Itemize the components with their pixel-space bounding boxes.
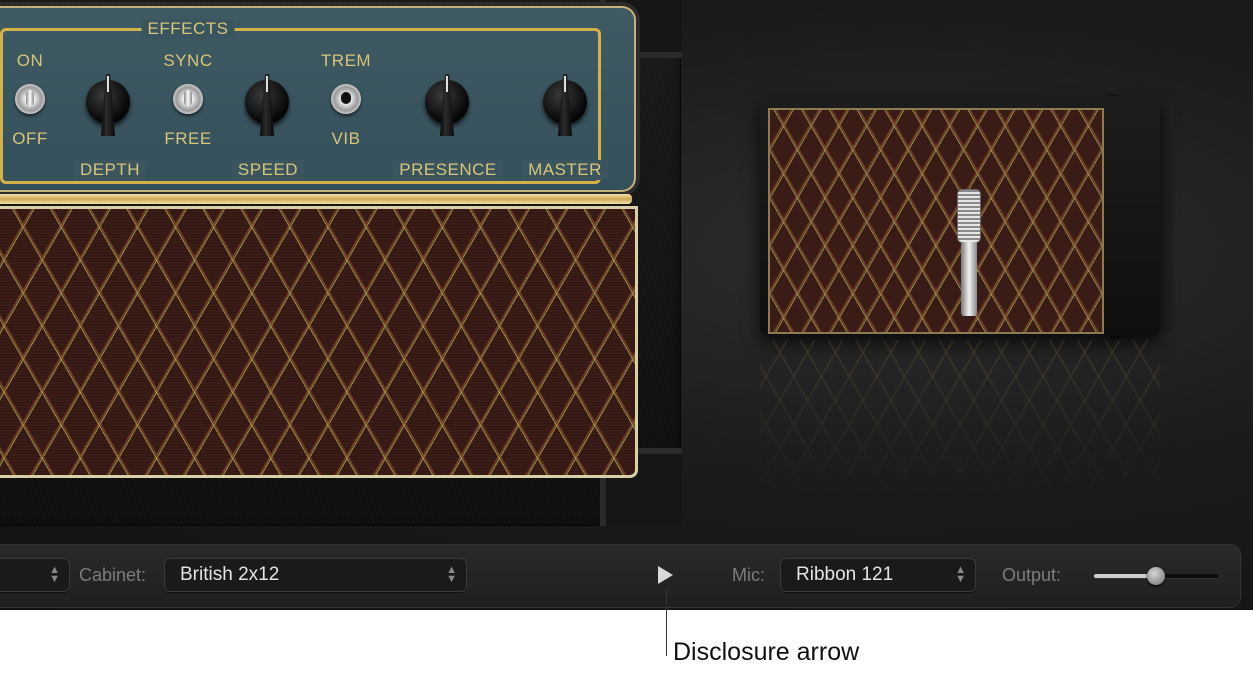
mic-value: Ribbon 121 <box>796 564 894 585</box>
trem-vib-switch[interactable] <box>331 84 361 114</box>
speed-knob[interactable] <box>245 76 289 124</box>
model-popup[interactable]: ▲ ▼ <box>0 558 70 592</box>
output-slider[interactable] <box>1094 567 1218 585</box>
cabinet-popup[interactable]: British 2x12 ▲ ▼ <box>164 558 467 592</box>
mic-label: Mic: <box>732 565 765 585</box>
amp-designer-view: EFFECTS ON OFF DEPTH SYNC FREE SPEED TRE… <box>0 0 1253 610</box>
mic-body <box>961 242 977 316</box>
mic-head <box>958 190 980 242</box>
speed-label: SPEED <box>231 160 305 180</box>
amp-grill-cloth <box>0 206 638 478</box>
effects-panel: EFFECTS ON OFF DEPTH SYNC FREE SPEED TRE… <box>0 6 636 192</box>
on-label: ON <box>16 51 44 70</box>
master-knob[interactable] <box>543 76 587 124</box>
trem-label: TREM <box>320 51 372 70</box>
effects-title: EFFECTS <box>141 19 235 39</box>
updown-icon: ▲ ▼ <box>49 564 60 585</box>
callout-line <box>666 590 667 656</box>
updown-icon: ▲ ▼ <box>446 564 457 585</box>
output-label: Output: <box>1002 565 1062 585</box>
disclosure-arrow-icon[interactable] <box>658 566 673 584</box>
sync-free-switch[interactable] <box>173 84 203 114</box>
vib-label: VIB <box>331 129 361 148</box>
depth-knob[interactable] <box>86 76 130 124</box>
cabinet-label: Cabinet: <box>79 565 147 585</box>
callout-text: Disclosure arrow <box>673 638 860 666</box>
depth-label: DEPTH <box>73 160 147 180</box>
cabinet-reflection <box>760 340 1160 500</box>
mic-popup[interactable]: Ribbon 121 ▲ ▼ <box>780 558 976 592</box>
off-label: OFF <box>12 129 48 148</box>
master-label: MASTER <box>522 160 608 180</box>
output-slider-thumb[interactable] <box>1147 567 1165 585</box>
presence-knob[interactable] <box>425 76 469 124</box>
presence-label: PRESENCE <box>393 160 503 180</box>
free-label: FREE <box>164 129 212 148</box>
updown-icon: ▲ ▼ <box>955 564 966 585</box>
ribbon-microphone[interactable] <box>958 190 980 316</box>
sync-label: SYNC <box>163 51 213 70</box>
cabinet-grill-cloth <box>768 108 1104 334</box>
amp-piping <box>0 194 632 204</box>
effects-on-off-switch[interactable] <box>15 84 45 114</box>
cabinet-value: British 2x12 <box>180 564 280 585</box>
